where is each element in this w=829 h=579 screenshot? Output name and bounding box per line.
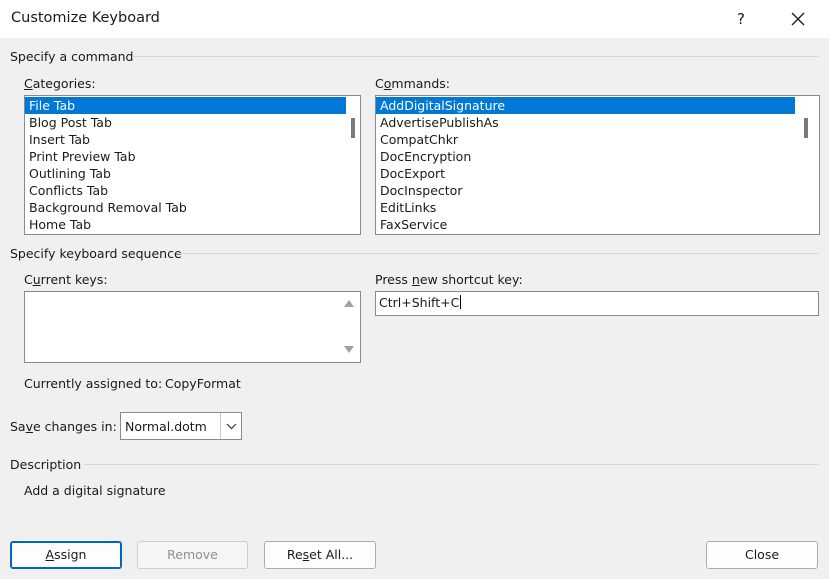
category-item[interactable]: Insert Tab (25, 131, 360, 148)
scroll-down-icon[interactable] (344, 346, 354, 353)
category-item[interactable]: File Tab (25, 97, 360, 114)
keyboard-sequence-separator (178, 253, 819, 254)
save-changes-select[interactable]: Normal.dotm (120, 412, 242, 440)
specify-command-separator (132, 56, 819, 57)
commands-list[interactable]: AddDigitalSignature AdvertisePublishAs C… (375, 95, 820, 235)
command-item[interactable]: DocInspector (376, 182, 819, 199)
text-caret (460, 295, 462, 309)
commands-scrollbar[interactable] (797, 96, 819, 234)
description-text: Add a digital signature (24, 483, 166, 498)
current-keys-list[interactable] (24, 291, 361, 363)
description-separator (84, 464, 819, 465)
categories-scrollbar[interactable] (346, 96, 360, 234)
save-changes-label: Save changes in: (10, 419, 117, 434)
categories-scroll-thumb[interactable] (351, 118, 355, 138)
description-heading: Description (10, 457, 82, 472)
command-item[interactable]: DocExport (376, 165, 819, 182)
scroll-up-icon[interactable] (344, 300, 354, 307)
command-item[interactable]: DocEncryption (376, 148, 819, 165)
command-item[interactable]: AddDigitalSignature (376, 97, 795, 114)
dialog-title: Customize Keyboard (11, 10, 160, 26)
assign-button[interactable]: Assign (10, 541, 122, 569)
close-button[interactable]: Close (706, 541, 818, 569)
category-item[interactable]: Blog Post Tab (25, 114, 360, 131)
currently-assigned-label: Currently assigned to: (24, 376, 163, 391)
category-item[interactable]: Outlining Tab (25, 165, 360, 182)
close-window-button[interactable] (775, 0, 821, 38)
new-shortcut-input[interactable]: Ctrl+Shift+C (375, 291, 819, 316)
command-item[interactable]: EditLinks (376, 199, 819, 216)
remove-button[interactable]: Remove (137, 541, 248, 569)
chevron-down-icon (226, 423, 236, 429)
category-item[interactable]: Print Preview Tab (25, 148, 360, 165)
command-item[interactable]: FaxService (376, 216, 819, 233)
close-icon (791, 12, 805, 26)
title-bar: Customize Keyboard ? (0, 0, 829, 38)
save-changes-value: Normal.dotm (125, 419, 207, 434)
category-item[interactable]: Background Removal Tab (25, 199, 360, 216)
specify-command-heading: Specify a command (10, 49, 134, 64)
command-item[interactable]: CompatChkr (376, 131, 819, 148)
current-keys-label: Current keys: (24, 272, 108, 287)
keyboard-sequence-heading: Specify keyboard sequence (10, 246, 182, 261)
command-item[interactable]: AdvertisePublishAs (376, 114, 819, 131)
help-button[interactable]: ? (718, 0, 764, 38)
commands-scroll-thumb[interactable] (804, 118, 808, 138)
categories-label: Categories: (24, 76, 96, 91)
dropdown-button[interactable] (220, 413, 241, 439)
category-item[interactable]: Conflicts Tab (25, 182, 360, 199)
new-shortcut-label: Press new shortcut key: (375, 272, 523, 287)
category-item[interactable]: Home Tab (25, 216, 360, 233)
commands-label: Commands: (375, 76, 450, 91)
currently-assigned-value: CopyFormat (165, 376, 241, 391)
categories-list[interactable]: File Tab Blog Post Tab Insert Tab Print … (24, 95, 361, 235)
reset-all-button[interactable]: Reset All... (264, 541, 376, 569)
